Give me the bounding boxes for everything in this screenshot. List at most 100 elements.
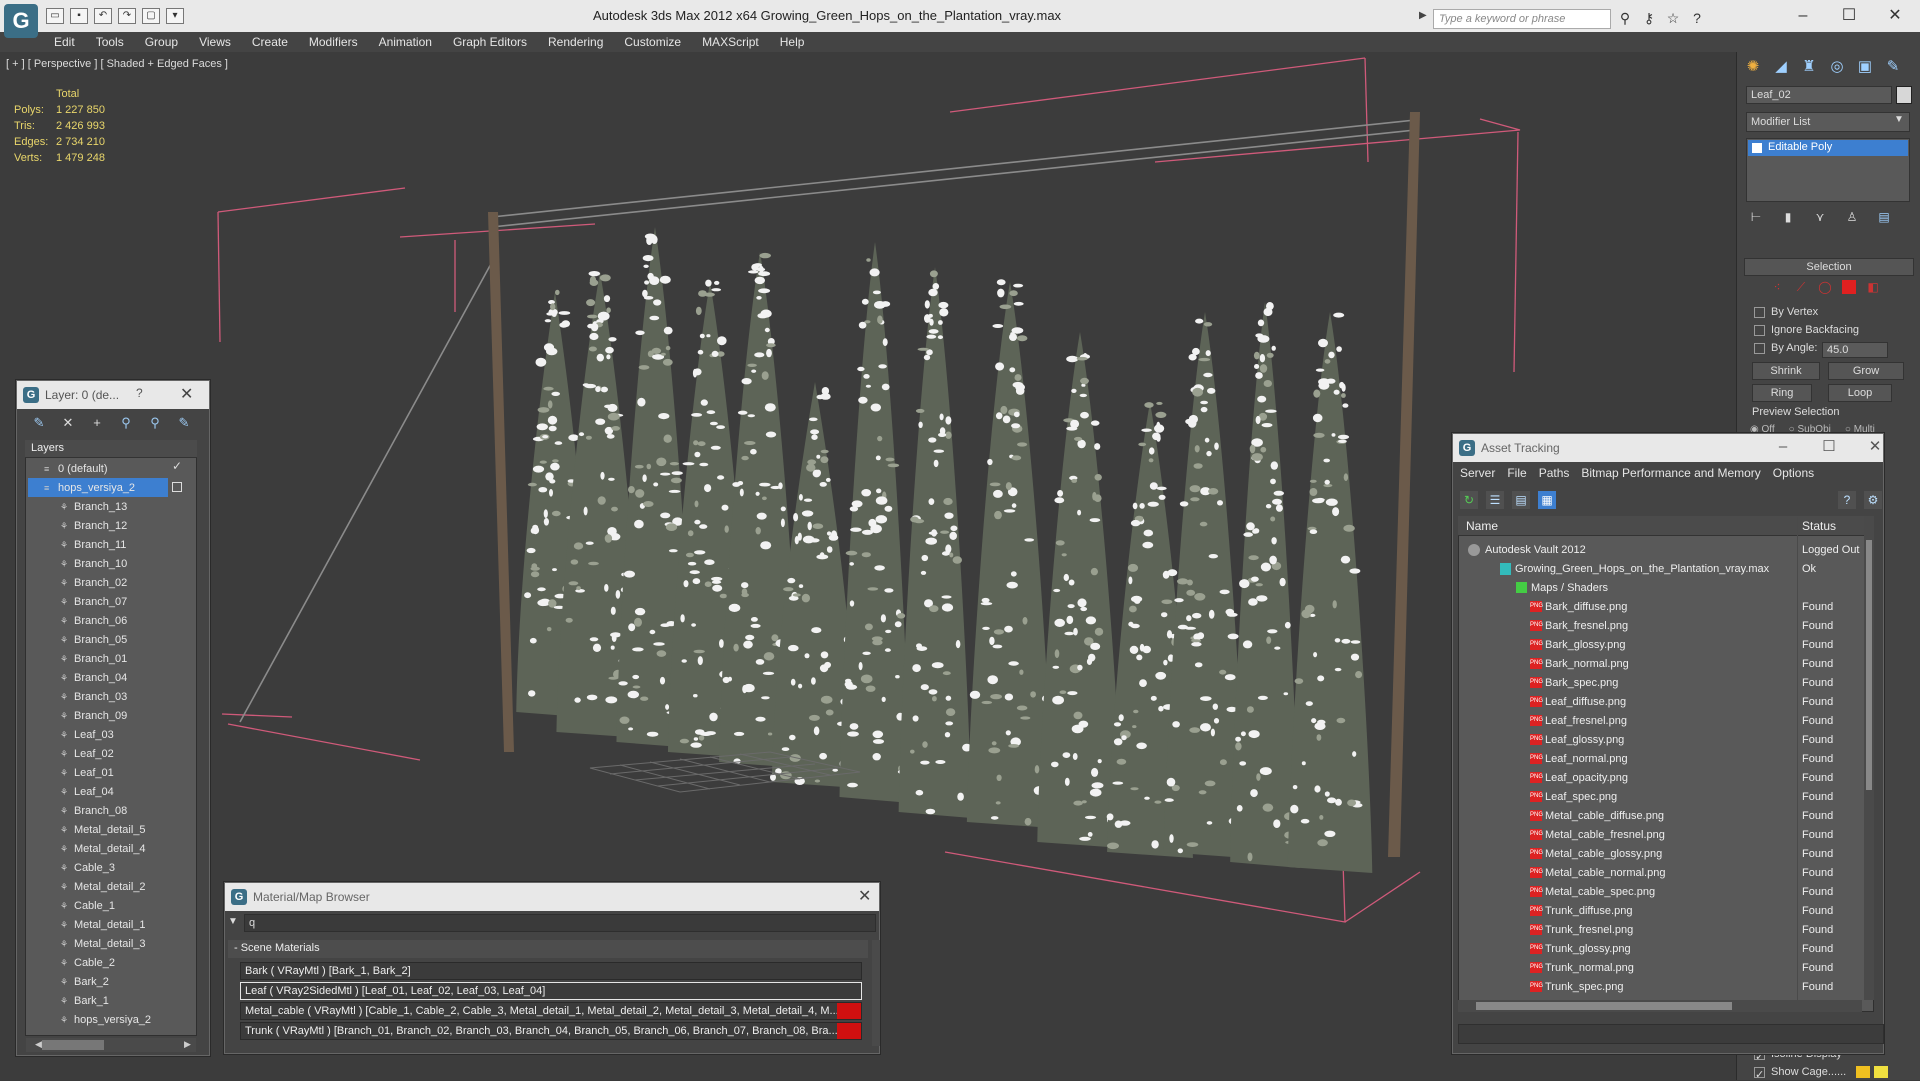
expand-icon[interactable] [1752, 143, 1762, 153]
layer-row[interactable]: ⚘ Metal_detail_2 [60, 877, 146, 896]
asset-row[interactable]: PNG Bark_fresnel.png [1530, 616, 1628, 635]
binoculars-icon[interactable]: ⚲ [1616, 9, 1634, 27]
layer-row[interactable]: ⚘ Bark_1 [60, 991, 109, 1010]
asset-row[interactable]: PNG Metal_cable_spec.png [1530, 882, 1655, 901]
scrollbar-thumb[interactable] [1866, 540, 1872, 790]
checkbox-box[interactable] [1754, 324, 1765, 336]
project-icon[interactable]: ▢ [142, 8, 160, 24]
menu-edit[interactable]: Edit [54, 33, 85, 51]
menu-maxscript[interactable]: MAXScript [702, 33, 769, 51]
layer-row[interactable]: ⚘ Branch_11 [60, 535, 126, 554]
viewport-label[interactable]: [ + ] [ Perspective ] [ Shaded + Edged F… [6, 58, 228, 70]
search-expand-icon[interactable]: ▶ [1419, 10, 1427, 21]
asset-row[interactable]: PNG Leaf_spec.png [1530, 787, 1617, 806]
cage-color-swatch[interactable] [1856, 1066, 1870, 1078]
menu-views[interactable]: Views [199, 33, 241, 51]
layer-row[interactable]: ⚘ Branch_07 [60, 592, 127, 611]
menu-group[interactable]: Group [145, 33, 188, 51]
asset-path-field[interactable] [1458, 1024, 1884, 1044]
create-tab-icon[interactable]: ✺ [1742, 56, 1764, 78]
asset-row[interactable]: PNG Metal_cable_diffuse.png [1530, 806, 1664, 825]
status-column-header[interactable]: Status [1802, 519, 1836, 533]
layer-row[interactable]: ⚘ Branch_03 [60, 687, 127, 706]
help-button[interactable]: ? [136, 386, 143, 400]
by-vertex-checkbox[interactable]: By Vertex [1754, 306, 1818, 318]
open-icon[interactable]: ▭ [46, 8, 64, 24]
filter-dropdown-icon[interactable]: ▼ [228, 916, 238, 927]
layer-row[interactable]: ⚘ hops_versiya_2 [60, 1010, 151, 1029]
asset-row[interactable]: Maps / Shaders [1516, 578, 1608, 597]
asset-row[interactable]: PNG Bark_glossy.png [1530, 635, 1626, 654]
close-icon[interactable]: ✕ [858, 886, 871, 906]
create-layer-icon[interactable]: ✎ [30, 414, 48, 432]
close-icon[interactable]: ✕ [1872, 4, 1918, 28]
layer-row[interactable]: ⚘ Metal_detail_5 [60, 820, 146, 839]
asset-row[interactable]: PNG Trunk_normal.png [1530, 958, 1634, 977]
layer-row[interactable]: ⚘ Branch_05 [60, 630, 127, 649]
layer-row[interactable]: ⚘ Leaf_03 [60, 725, 114, 744]
material-search-input[interactable]: q [244, 914, 876, 932]
chevron-down-icon[interactable]: ▼ [1894, 114, 1904, 125]
by-angle-checkbox[interactable]: By Angle: [1754, 342, 1817, 354]
save-icon[interactable]: ▪ [70, 8, 88, 24]
shrink-button[interactable]: Shrink [1752, 362, 1820, 380]
edge-icon[interactable]: ⟋ [1794, 280, 1808, 294]
menu-animation[interactable]: Animation [379, 33, 442, 51]
current-layer-check-icon[interactable]: ✓ [172, 459, 182, 473]
element-icon[interactable]: ◧ [1866, 280, 1880, 294]
delete-layer-icon[interactable]: ✕ [59, 414, 77, 432]
layer-row[interactable]: ⚘ Branch_12 [60, 516, 127, 535]
help-icon[interactable]: ? [1838, 491, 1856, 509]
menu-customize[interactable]: Customize [624, 33, 691, 51]
layer-row[interactable]: ⚘ Branch_01 [60, 649, 127, 668]
star-icon[interactable]: ☆ [1664, 9, 1682, 27]
layer-row[interactable]: ⚘ Branch_10 [60, 554, 127, 573]
show-end-result-icon[interactable]: ▮ [1780, 210, 1796, 226]
make-unique-icon[interactable]: ⋎ [1812, 210, 1828, 226]
layer-row[interactable]: ⚘ Leaf_02 [60, 744, 114, 763]
list-view-icon[interactable]: ☰ [1486, 491, 1504, 509]
thumbnail-view-icon[interactable]: ▤ [1512, 491, 1530, 509]
asset-menu-server[interactable]: Server [1460, 466, 1495, 480]
layer-row[interactable]: ⚘ Cable_2 [60, 953, 115, 972]
layer-row[interactable]: ⚘ Branch_13 [60, 497, 127, 516]
hierarchy-tab-icon[interactable]: ♜ [1798, 56, 1820, 78]
layer-row[interactable]: ≡ hops_versiya_2 [28, 478, 168, 497]
asset-row[interactable]: Growing_Green_Hops_on_the_Plantation_vra… [1500, 559, 1769, 578]
close-icon[interactable]: ✕ [1852, 437, 1898, 457]
asset-row[interactable]: PNG Metal_cable_fresnel.png [1530, 825, 1665, 844]
material-row[interactable]: Metal_cable ( VRayMtl ) [Cable_1, Cable_… [240, 1002, 862, 1020]
motion-tab-icon[interactable]: ◎ [1826, 56, 1848, 78]
material-row[interactable]: Bark ( VRayMtl ) [Bark_1, Bark_2] [240, 962, 862, 980]
checkbox-box[interactable] [1754, 342, 1765, 354]
asset-row[interactable]: PNG Trunk_glossy.png [1530, 939, 1631, 958]
loop-button[interactable]: Loop [1828, 384, 1892, 402]
ring-button[interactable]: Ring [1752, 384, 1812, 402]
selection-rollout-header[interactable]: Selection [1744, 258, 1914, 276]
refresh-icon[interactable]: ↻ [1460, 491, 1478, 509]
layer-row[interactable]: ⚘ Branch_02 [60, 573, 127, 592]
angle-spinner[interactable]: 45.0 [1822, 342, 1888, 358]
polygon-icon[interactable] [1842, 280, 1856, 294]
settings-icon[interactable]: ⚙ [1864, 491, 1882, 509]
asset-menu-paths[interactable]: Paths [1539, 466, 1570, 480]
asset-row[interactable]: PNG Bark_spec.png [1530, 673, 1618, 692]
help-icon[interactable]: ? [1688, 9, 1706, 27]
redo-icon[interactable]: ↷ [118, 8, 136, 24]
menu-create[interactable]: Create [252, 33, 298, 51]
material-row[interactable]: Leaf ( VRay2SidedMtl ) [Leaf_01, Leaf_02… [240, 982, 862, 1000]
menu-tools[interactable]: Tools [96, 33, 134, 51]
grow-button[interactable]: Grow [1828, 362, 1904, 380]
scroll-left-icon[interactable]: ◀ [35, 1039, 42, 1050]
minimize-icon[interactable]: – [1760, 437, 1806, 457]
menu-help[interactable]: Help [780, 33, 815, 51]
layer-row[interactable]: ⚘ Leaf_01 [60, 763, 114, 782]
close-icon[interactable]: ✕ [180, 384, 193, 404]
asset-row[interactable]: PNG Leaf_glossy.png [1530, 730, 1624, 749]
display-tab-icon[interactable]: ▣ [1854, 56, 1876, 78]
add-to-layer-icon[interactable]: + [88, 414, 106, 432]
asset-menu-options[interactable]: Options [1773, 466, 1814, 480]
set-current-box-icon[interactable] [172, 482, 182, 492]
object-name-field[interactable]: Leaf_02 [1746, 86, 1892, 104]
layer-row[interactable]: ⚘ Metal_detail_3 [60, 934, 146, 953]
